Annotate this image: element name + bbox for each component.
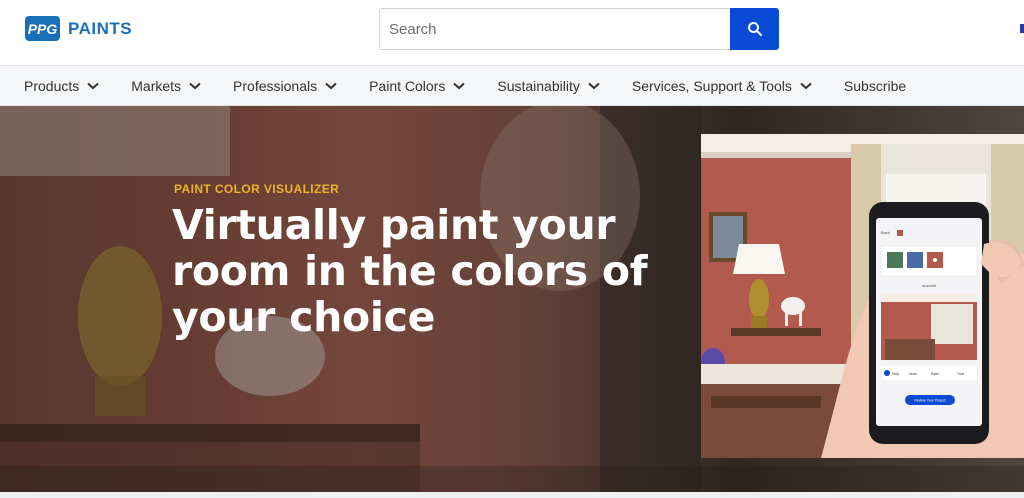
site-header: PPG PAINTS <box>0 0 1024 65</box>
hero-title-line: room in the colors of <box>172 247 648 295</box>
search-button[interactable] <box>730 8 779 50</box>
nav-item-label: Products <box>24 77 80 94</box>
main-nav: Products Markets Professionals Paint Col… <box>0 65 1024 106</box>
search-bar <box>379 8 779 50</box>
hero-title-line: Virtually paint your <box>172 201 616 249</box>
nav-item-label: Sustainability <box>497 77 580 94</box>
svg-text:PPG: PPG <box>28 21 58 37</box>
chevron-down-icon <box>800 82 812 89</box>
hero-title-line: your choice <box>172 293 436 341</box>
svg-text:Undo: Undo <box>909 372 917 376</box>
chevron-down-icon <box>325 82 337 89</box>
ppg-paints-logo[interactable]: PPG PAINTS <box>25 16 132 41</box>
nav-item-label: Services, Support & Tools <box>631 77 792 94</box>
search-icon <box>747 22 762 37</box>
hero-title: Virtually paint your room in the colors … <box>172 202 672 340</box>
chevron-down-icon <box>87 82 99 89</box>
nav-item-markets[interactable]: Markets <box>131 78 201 94</box>
nav-item-services-support-tools[interactable]: Services, Support & Tools <box>632 78 812 94</box>
nav-item-professionals[interactable]: Professionals <box>233 78 337 94</box>
svg-text:Paint: Paint <box>931 372 939 376</box>
hero-banner: PAINT COLOR VISUALIZER Virtually paint y… <box>0 106 1024 492</box>
nav-item-sustainability[interactable]: Sustainability <box>497 78 600 94</box>
search-input[interactable] <box>379 8 730 50</box>
chevron-down-icon <box>453 82 466 89</box>
svg-text:Back: Back <box>881 230 890 235</box>
page-content-strip <box>0 492 1024 498</box>
cut-off-header-element[interactable] <box>1020 24 1024 33</box>
nav-item-subscribe[interactable]: Subscribe <box>844 78 906 94</box>
chevron-down-icon <box>189 82 201 89</box>
nav-item-paint-colors[interactable]: Paint Colors <box>369 77 466 94</box>
chevron-down-icon <box>588 82 600 89</box>
svg-text:Help: Help <box>892 372 899 376</box>
nav-item-products[interactable]: Products <box>24 78 99 94</box>
nav-item-label: Markets <box>131 77 182 94</box>
nav-item-label: Subscribe <box>843 77 907 94</box>
ppg-logo-badge: PPG <box>25 16 60 41</box>
svg-text:scandal: scandal <box>922 283 936 288</box>
nav-item-label: Professionals <box>233 77 318 94</box>
logo-wordmark: PAINTS <box>68 18 133 38</box>
svg-text:Review Your Project: Review Your Project <box>914 399 945 403</box>
svg-text:Tone: Tone <box>957 372 964 376</box>
visualizer-room-photo: Back scandal Help Undo Paint Tone Review… <box>701 134 1024 458</box>
nav-item-label: Paint Colors <box>369 77 446 94</box>
hero-eyebrow: PAINT COLOR VISUALIZER <box>174 182 340 196</box>
